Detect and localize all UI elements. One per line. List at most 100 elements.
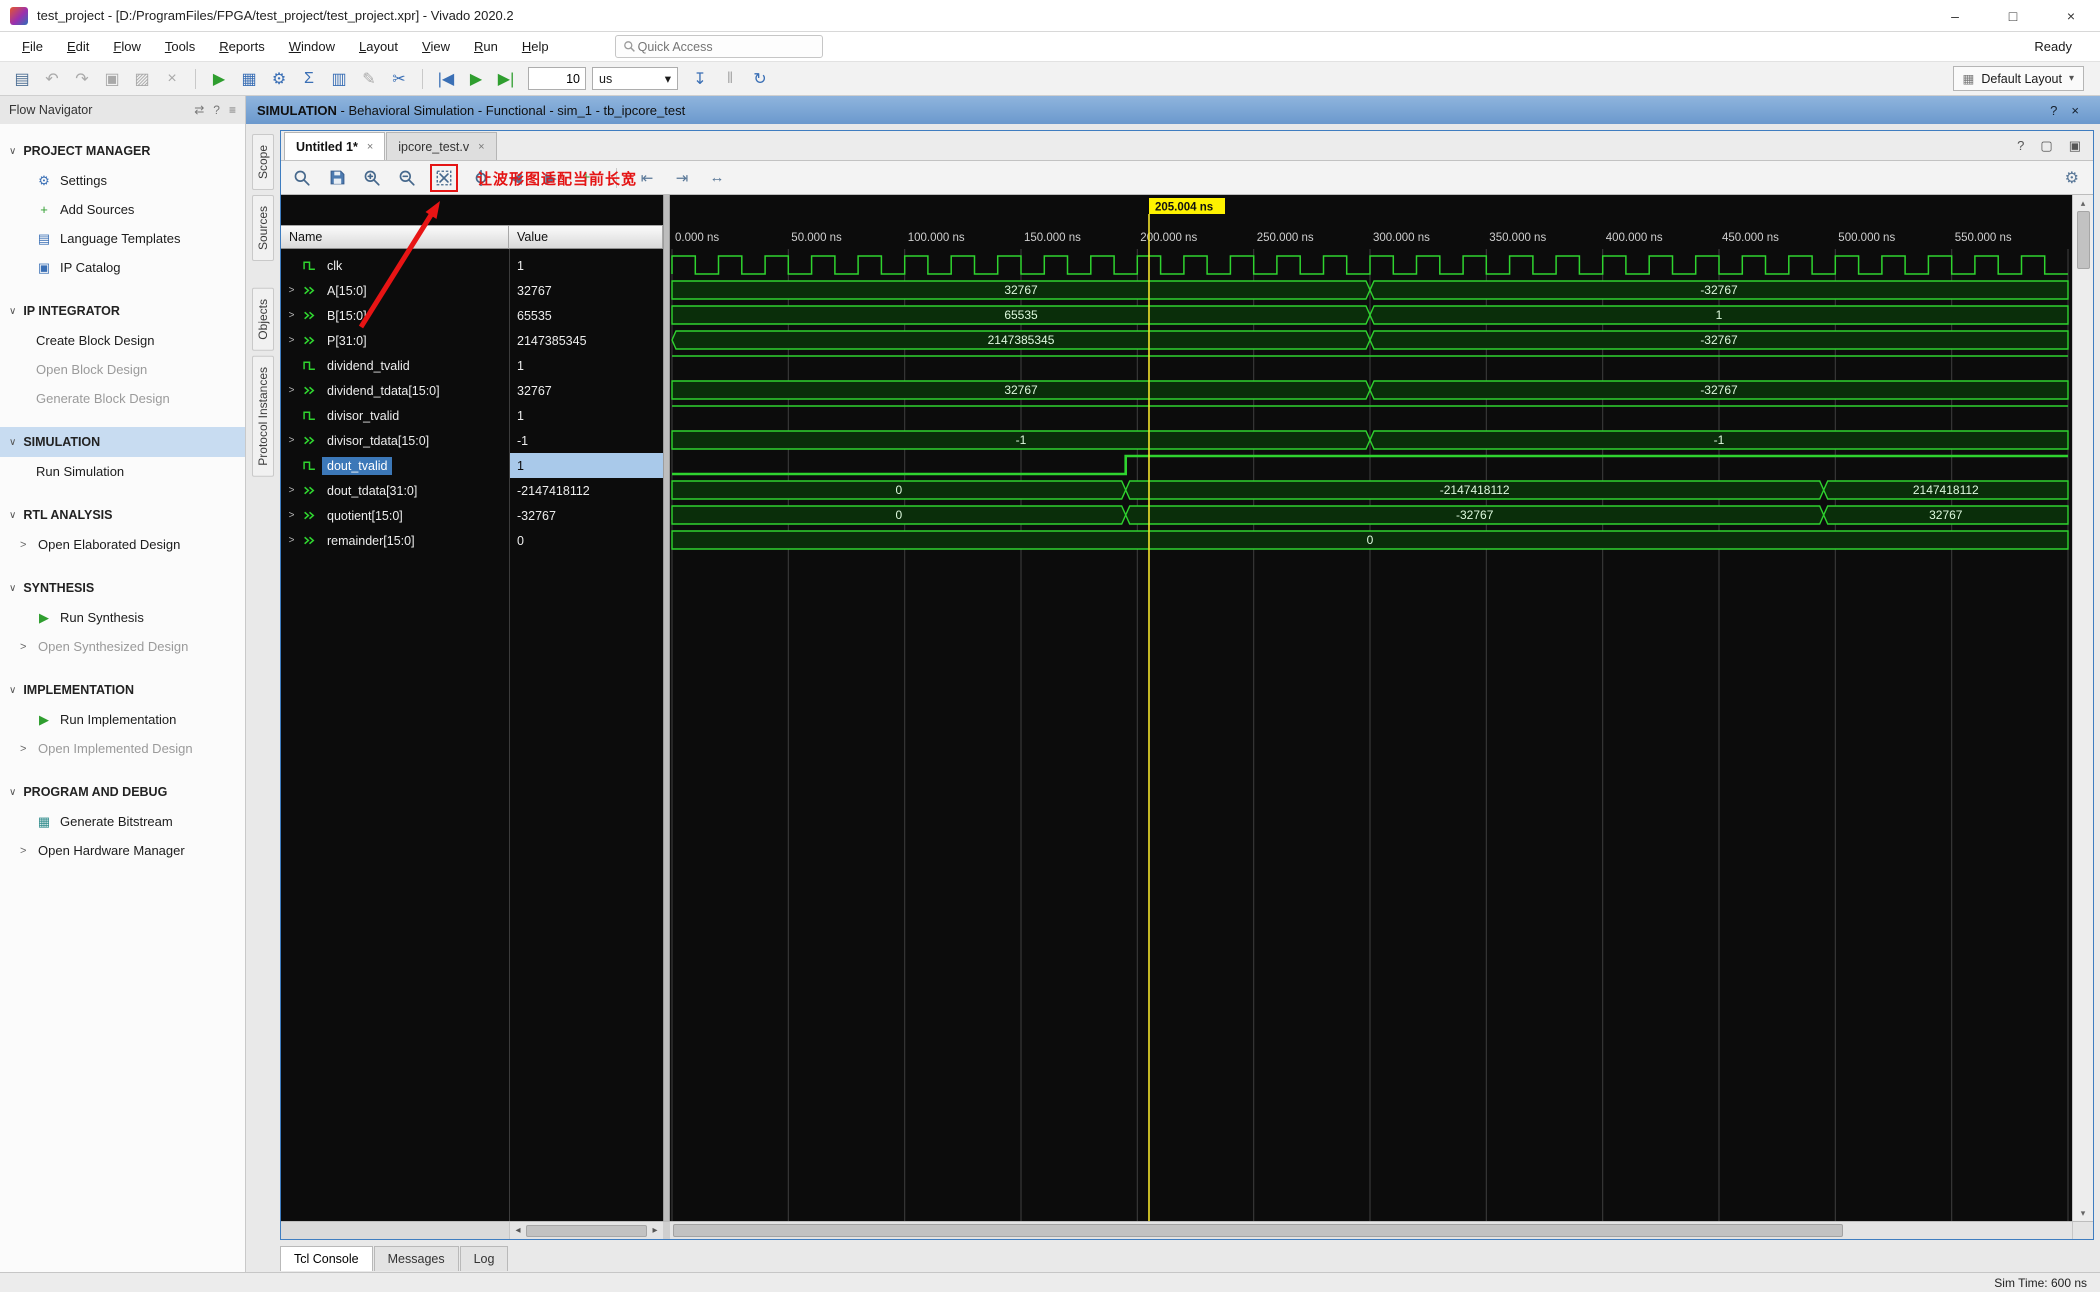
flow-item-run-simulation[interactable]: Run Simulation [0, 457, 245, 486]
signal-row-divisor-tvalid[interactable]: divisor_tvalid 1 [281, 403, 663, 428]
menu-edit[interactable]: Edit [55, 34, 101, 59]
menu-view[interactable]: View [410, 34, 462, 59]
flow-item-open-synthesized-design[interactable]: > Open Synthesized Design [0, 632, 245, 661]
time-unit-select[interactable]: us ▾ [592, 67, 678, 90]
zoom-out-icon[interactable] [395, 166, 419, 190]
swap-cursors-icon[interactable]: ↔ [705, 166, 729, 190]
expander-icon[interactable]: > [286, 510, 297, 521]
flow-item-create-block-design[interactable]: Create Block Design [0, 326, 245, 355]
signal-name-cell[interactable]: divisor_tvalid [281, 403, 509, 428]
expander-icon[interactable]: > [286, 310, 297, 321]
expander-icon[interactable]: > [286, 385, 297, 396]
settings-gear-icon[interactable]: ⚙ [265, 66, 293, 92]
close-tab-icon[interactable]: × [367, 141, 373, 153]
run-flow-icon[interactable]: ▶ [205, 66, 233, 92]
quick-access-input[interactable] [635, 38, 815, 55]
signal-row-dout-tvalid[interactable]: dout_tvalid 1 [281, 453, 663, 478]
scroll-left-icon[interactable]: ◂ [510, 1225, 526, 1236]
flow-section-ip-integrator[interactable]: ∨ IP INTEGRATOR [0, 296, 245, 326]
vertical-scroll-thumb[interactable] [2076, 211, 2090, 269]
simulation-time-input[interactable] [528, 67, 586, 90]
flow-section-implementation[interactable]: ∨ IMPLEMENTATION [0, 675, 245, 705]
menu-flow[interactable]: Flow [101, 34, 152, 59]
step-icon[interactable]: ▶| [492, 66, 520, 92]
menu-layout[interactable]: Layout [347, 34, 410, 59]
zoom-in-icon[interactable] [360, 166, 384, 190]
search-icon[interactable] [290, 166, 314, 190]
expander-icon[interactable]: > [286, 335, 297, 346]
pause-icon[interactable]: ‖ [716, 66, 744, 92]
close-icon[interactable]: × [2071, 103, 2079, 118]
signal-row-remainder-15-0[interactable]: > remainder[15:0] 0 [281, 528, 663, 553]
relaunch-simulation-icon[interactable]: ↻ [746, 66, 774, 92]
name-panel-scrollbar[interactable]: ◂ ▸ [509, 1222, 663, 1239]
undo-icon[interactable]: ↶ [38, 66, 66, 92]
editor-tab-ipcore-test-v[interactable]: ipcore_test.v × [386, 132, 497, 160]
flow-item-language-templates[interactable]: ▤ Language Templates [0, 224, 245, 253]
help-icon[interactable]: ? [213, 103, 220, 117]
signal-value-cell[interactable]: 32767 [509, 378, 663, 403]
bottom-tab-log[interactable]: Log [459, 1246, 509, 1271]
signal-name-cell[interactable]: dout_tvalid [281, 453, 509, 478]
maximize-button[interactable]: □ [1984, 0, 2042, 32]
go-to-end-icon[interactable]: ⇥ [670, 166, 694, 190]
bottom-tab-messages[interactable]: Messages [373, 1246, 459, 1271]
signal-value-cell[interactable]: 1 [509, 453, 663, 478]
signal-row-dividend-tdata-15-0[interactable]: > dividend_tdata[15:0] 32767 [281, 378, 663, 403]
edit-pencil-icon[interactable]: ✎ [355, 66, 383, 92]
signal-row-clk[interactable]: clk 1 [281, 253, 663, 278]
signal-row-p-31-0[interactable]: > P[31:0] 2147385345 [281, 328, 663, 353]
report-table-icon[interactable]: ▥ [325, 66, 353, 92]
toggle-layout-icon[interactable]: ⇄ [194, 103, 204, 117]
set-probes-icon[interactable]: ✂ [385, 66, 413, 92]
signal-row-divisor-tdata-15-0[interactable]: > divisor_tdata[15:0] -1 [281, 428, 663, 453]
close-tab-icon[interactable]: × [478, 141, 484, 153]
name-scroll-thumb[interactable] [526, 1224, 647, 1237]
close-button[interactable]: × [2042, 0, 2100, 32]
expander-icon[interactable]: > [286, 485, 297, 496]
collapse-all-icon[interactable]: ≡ [229, 103, 236, 117]
help-icon[interactable]: ? [2017, 138, 2024, 153]
flow-item-ip-catalog[interactable]: ▣ IP Catalog [0, 253, 245, 282]
flow-item-generate-block-design[interactable]: Generate Block Design [0, 384, 245, 413]
expander-icon[interactable]: > [286, 535, 297, 546]
wave-settings-gear-icon[interactable]: ⚙ [2065, 168, 2079, 188]
signal-value-cell[interactable]: -32767 [509, 503, 663, 528]
layout-select[interactable]: ▦ Default Layout ▾ [1952, 66, 2084, 91]
quick-access-search[interactable] [614, 35, 823, 58]
menu-file[interactable]: File [10, 34, 55, 59]
scroll-up-icon[interactable]: ▴ [2081, 195, 2086, 211]
signal-value-cell[interactable]: -1 [509, 428, 663, 453]
waveform-canvas-container[interactable]: 0.000 ns 50.000 ns 100.000 ns 150.000 ns 200… [670, 195, 2072, 1221]
wave-horizontal-scrollbar[interactable] [670, 1222, 2072, 1239]
flow-section-program-and-debug[interactable]: ∨ PROGRAM AND DEBUG [0, 777, 245, 807]
flow-item-run-implementation[interactable]: ▶ Run Implementation [0, 705, 245, 734]
save-file-icon[interactable]: ▤ [8, 66, 36, 92]
flow-section-simulation[interactable]: ∨ SIMULATION [0, 427, 245, 457]
signal-value-cell[interactable]: 32767 [509, 278, 663, 303]
signal-value-cell[interactable]: 2147385345 [509, 328, 663, 353]
signal-value-cell[interactable]: 1 [509, 253, 663, 278]
copy-icon[interactable]: ▣ [98, 66, 126, 92]
signal-name-cell[interactable]: clk [281, 253, 509, 278]
value-column-header[interactable]: Value [509, 225, 663, 249]
expander-icon[interactable]: > [286, 285, 297, 296]
maximize-panel-icon[interactable]: ▣ [2069, 138, 2081, 154]
minimize-button[interactable]: – [1926, 0, 1984, 32]
flow-section-rtl-analysis[interactable]: ∨ RTL ANALYSIS [0, 500, 245, 530]
flow-item-add-sources[interactable]: + Add Sources [0, 195, 245, 224]
signal-row-quotient-15-0[interactable]: > quotient[15:0] -32767 [281, 503, 663, 528]
signal-value-cell[interactable]: 1 [509, 353, 663, 378]
side-tab-sources[interactable]: Sources [252, 195, 274, 262]
flow-item-open-hardware-manager[interactable]: > Open Hardware Manager [0, 836, 245, 865]
signal-value-cell[interactable]: 0 [509, 528, 663, 553]
bottom-tab-tcl-console[interactable]: Tcl Console [280, 1246, 373, 1271]
waveform-canvas[interactable]: 0.000 ns 50.000 ns 100.000 ns 150.000 ns 200… [670, 195, 2072, 1221]
signal-row-b-15-0[interactable]: > B[15:0] 65535 [281, 303, 663, 328]
signal-name-cell[interactable]: > A[15:0] [281, 278, 509, 303]
paste-icon[interactable]: ▨ [128, 66, 156, 92]
menu-help[interactable]: Help [510, 34, 561, 59]
run-all-icon[interactable]: ▶ [462, 66, 490, 92]
signal-name-cell[interactable]: > dout_tdata[31:0] [281, 478, 509, 503]
side-tab-objects[interactable]: Objects [252, 288, 274, 351]
